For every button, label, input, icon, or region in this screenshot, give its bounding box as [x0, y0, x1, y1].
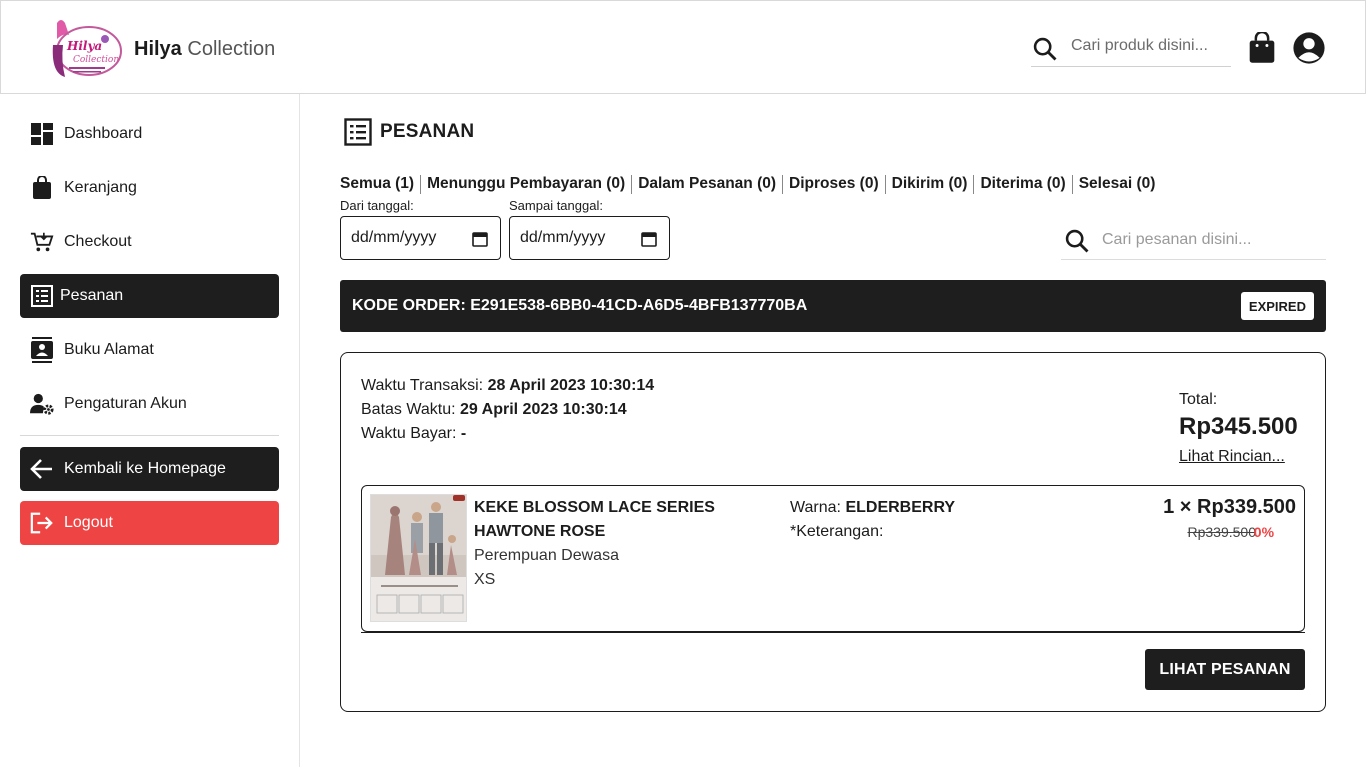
- transaction-time-value: 28 April 2023 10:30:14: [487, 377, 655, 394]
- tab-dalam-pesanan[interactable]: Dalam Pesanan (0): [638, 175, 776, 194]
- product-size: XS: [474, 571, 496, 588]
- product-name-line2: HAWTONE ROSE: [474, 523, 606, 540]
- order-header-bar: KODE ORDER: E291E538-6BB0-41CD-A6D5-4BFB…: [340, 280, 1326, 332]
- view-order-button[interactable]: LIHAT PESANAN: [1145, 649, 1305, 690]
- back-to-homepage-label: Kembali ke Homepage: [64, 460, 226, 477]
- sidebar: Dashboard Keranjang Checkout Pesanan Buk…: [0, 94, 300, 767]
- tab-selesai[interactable]: Selesai (0): [1079, 175, 1156, 194]
- brand-name[interactable]: Hilya Collection: [134, 37, 275, 61]
- sidebar-item-buku-alamat[interactable]: Buku Alamat: [20, 328, 279, 372]
- page-title-text: PESANAN: [380, 121, 475, 142]
- brand-name-light: Collection: [187, 38, 276, 60]
- top-header: Hilya Collection Hilya Collection: [0, 0, 1366, 94]
- sidebar-item-label: Buku Alamat: [64, 341, 154, 358]
- transaction-time-label: Waktu Transaksi:: [361, 377, 484, 394]
- search-icon[interactable]: [1031, 35, 1059, 63]
- brand-logo[interactable]: Hilya Collection: [47, 15, 125, 81]
- total-value: Rp345.500: [1179, 413, 1298, 440]
- tab-divider: [782, 175, 784, 194]
- sidebar-item-checkout[interactable]: Checkout: [20, 220, 279, 264]
- list-icon: [344, 118, 372, 146]
- back-to-homepage-button[interactable]: Kembali ke Homepage: [20, 447, 279, 491]
- sidebar-item-pesanan[interactable]: Pesanan: [20, 274, 279, 318]
- product-image[interactable]: [370, 494, 467, 622]
- account-icon[interactable]: [1292, 31, 1326, 65]
- calendar-icon[interactable]: [641, 231, 657, 247]
- item-divider: [361, 632, 1305, 633]
- bag-icon: [30, 176, 54, 200]
- date-to-placeholder: dd/mm/yyyy: [520, 229, 606, 246]
- payment-time-value: -: [460, 425, 467, 442]
- logout-button[interactable]: Logout: [20, 501, 279, 545]
- order-item: KEKE BLOSSOM LACE SERIES HAWTONE ROSE Pe…: [361, 485, 1305, 632]
- total-label: Total:: [1179, 391, 1218, 408]
- order-code: KODE ORDER: E291E538-6BB0-41CD-A6D5-4BFB…: [352, 297, 808, 314]
- date-from-label: Dari tanggal:: [340, 198, 414, 213]
- date-from-placeholder: dd/mm/yyyy: [351, 229, 437, 246]
- tab-diterima[interactable]: Diterima (0): [980, 175, 1065, 194]
- user-gear-icon: [30, 392, 54, 416]
- calendar-icon[interactable]: [472, 231, 488, 247]
- product-search-input[interactable]: [1071, 37, 1227, 55]
- transaction-time: Waktu Transaksi: 28 April 2023 10:30:14: [361, 374, 654, 398]
- arrow-left-icon: [30, 457, 54, 481]
- date-to-label: Sampai tanggal:: [509, 198, 603, 213]
- discount-percent: 0%: [1253, 524, 1275, 540]
- order-card: Waktu Transaksi: 28 April 2023 10:30:14 …: [340, 352, 1326, 712]
- tab-dikirim[interactable]: Dikirim (0): [892, 175, 968, 194]
- item-quantity-price: 1 × Rp339.500: [1163, 496, 1296, 518]
- sidebar-item-label: Dashboard: [64, 125, 143, 142]
- status-badge: EXPIRED: [1240, 292, 1314, 320]
- product-search: [1031, 31, 1231, 67]
- tab-divider: [420, 175, 422, 194]
- shopping-bag-icon[interactable]: [1247, 32, 1277, 64]
- svg-text:Hilya: Hilya: [66, 39, 102, 53]
- sidebar-item-pengaturan-akun[interactable]: Pengaturan Akun: [20, 382, 279, 426]
- order-status-tabs: Semua (1) Menunggu Pembayaran (0) Dalam …: [340, 175, 1155, 194]
- product-color: Warna: ELDERBERRY: [790, 496, 955, 520]
- dashboard-icon: [30, 122, 54, 146]
- deadline-time-label: Batas Waktu:: [361, 401, 456, 418]
- view-details-link[interactable]: Lihat Rincian...: [1179, 448, 1285, 466]
- sidebar-item-dashboard[interactable]: Dashboard: [20, 112, 279, 156]
- tab-divider: [631, 175, 633, 194]
- date-from-input[interactable]: dd/mm/yyyy: [340, 216, 501, 260]
- sidebar-item-label: Pesanan: [60, 287, 124, 304]
- logout-label: Logout: [64, 514, 113, 531]
- tab-divider: [973, 175, 975, 194]
- brand-name-bold: Hilya: [134, 38, 182, 60]
- date-to-input[interactable]: dd/mm/yyyy: [509, 216, 670, 260]
- sidebar-item-label: Pengaturan Akun: [64, 395, 187, 412]
- payment-time: Waktu Bayar: -: [361, 422, 466, 446]
- product-color-value: ELDERBERRY: [845, 499, 956, 516]
- order-search-input[interactable]: [1102, 231, 1322, 249]
- deadline-time: Batas Waktu: 29 April 2023 10:30:14: [361, 398, 627, 422]
- logout-icon: [30, 511, 54, 535]
- page-title: PESANAN: [344, 118, 474, 146]
- product-name[interactable]: KEKE BLOSSOM LACE SERIES HAWTONE ROSE: [474, 496, 715, 544]
- tab-divider: [1071, 175, 1073, 194]
- sidebar-item-label: Keranjang: [64, 179, 137, 196]
- sidebar-item-label: Checkout: [64, 233, 132, 250]
- tab-menunggu-pembayaran[interactable]: Menunggu Pembayaran (0): [427, 175, 625, 194]
- cart-icon: [30, 230, 54, 254]
- payment-time-label: Waktu Bayar:: [361, 425, 457, 442]
- product-note: *Keterangan:: [790, 523, 884, 540]
- tab-diproses[interactable]: Diproses (0): [789, 175, 879, 194]
- sidebar-item-keranjang[interactable]: Keranjang: [20, 166, 279, 210]
- list-icon: [30, 284, 54, 308]
- tab-semua[interactable]: Semua (1): [340, 175, 414, 194]
- product-color-label: Warna:: [790, 499, 841, 516]
- product-category: Perempuan Dewasa: [474, 547, 619, 564]
- product-name-line1: KEKE BLOSSOM LACE SERIES: [474, 499, 715, 516]
- contacts-icon: [30, 337, 54, 363]
- sidebar-divider: [20, 435, 279, 436]
- deadline-time-value: 29 April 2023 10:30:14: [460, 401, 627, 418]
- original-price: Rp339.500: [1187, 524, 1256, 540]
- order-search: [1061, 222, 1326, 260]
- tab-divider: [884, 175, 886, 194]
- search-icon[interactable]: [1063, 227, 1091, 255]
- svg-text:Collection: Collection: [73, 55, 119, 65]
